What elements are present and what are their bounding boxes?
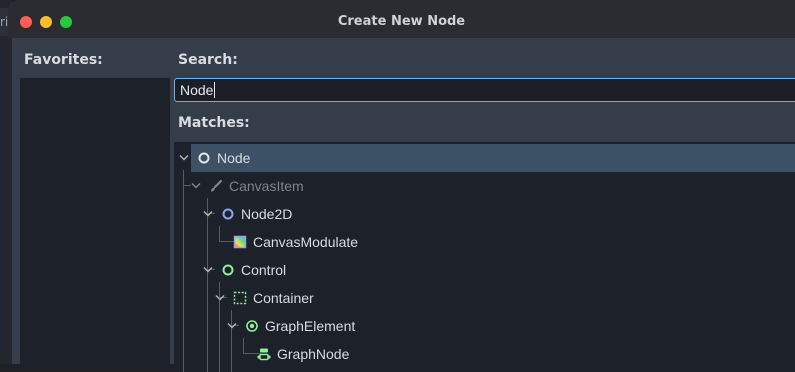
chevron-down-icon[interactable] — [191, 182, 201, 190]
tree-item-label: Container — [253, 290, 314, 306]
tree-item-node[interactable]: Node — [174, 144, 795, 172]
title-bar[interactable]: Create New Node — [8, 0, 795, 38]
tree-item-control[interactable]: Control — [174, 256, 795, 284]
tree-item-label: Node — [217, 150, 251, 166]
tree-item-label: GraphElement — [265, 318, 356, 334]
tree-item-label: Control — [241, 262, 287, 278]
tree-item-canvasmodulate[interactable]: CanvasModulate — [174, 228, 795, 256]
matches-tree[interactable]: Node CanvasItem Node2D CanvasModulate Co… — [174, 142, 795, 372]
tree-item-container[interactable]: Container — [174, 284, 795, 312]
favorites-list[interactable] — [20, 78, 170, 368]
matches-label: Matches: — [178, 115, 250, 131]
chevron-down-icon[interactable] — [227, 322, 237, 330]
chevron-down-icon[interactable] — [203, 266, 213, 274]
tree-item-label: CanvasModulate — [253, 234, 359, 250]
container-icon — [233, 291, 247, 305]
create-node-dialog: Favorites: Search: Node Matches: Node Ca… — [12, 38, 795, 372]
node2d-icon — [222, 208, 234, 220]
graph-element-icon — [246, 320, 258, 332]
canvas-modulate-icon — [233, 235, 247, 249]
tree-item-label: CanvasItem — [229, 178, 304, 194]
tree-item-canvasitem[interactable]: CanvasItem — [174, 172, 795, 200]
search-label: Search: — [178, 52, 238, 68]
brush-icon — [211, 179, 223, 192]
control-icon — [222, 264, 234, 276]
search-input-value: Node — [180, 82, 216, 98]
selection-highlight — [191, 144, 795, 172]
chevron-down-icon[interactable] — [215, 294, 225, 302]
background-editor-strip — [0, 0, 12, 364]
tree-item-node2d[interactable]: Node2D — [174, 200, 795, 228]
graph-node-icon — [257, 348, 271, 361]
tree-item-label: Node2D — [241, 206, 293, 222]
text-caret — [214, 82, 216, 98]
search-input[interactable]: Node — [174, 78, 795, 102]
chevron-down-icon[interactable] — [179, 154, 189, 162]
chevron-down-icon[interactable] — [203, 210, 213, 218]
node-icon — [198, 152, 210, 164]
tree-item-graphelement[interactable]: GraphElement — [174, 312, 795, 340]
favorites-label: Favorites: — [24, 52, 103, 68]
